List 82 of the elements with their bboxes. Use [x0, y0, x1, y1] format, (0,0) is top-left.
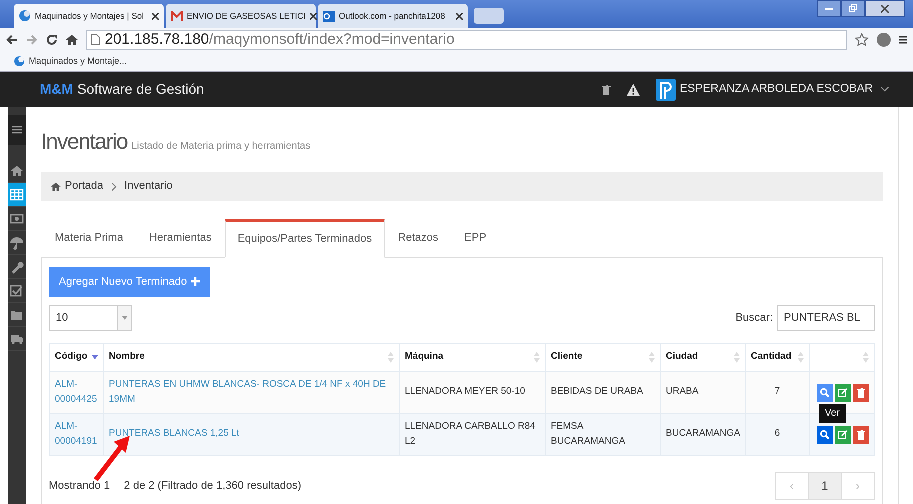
trash-icon	[857, 388, 865, 398]
column-header[interactable]: Máquina	[405, 350, 444, 365]
tab[interactable]: Retazos	[385, 219, 452, 256]
page-length-select[interactable]: 10	[49, 305, 132, 331]
home-icon[interactable]	[10, 164, 24, 178]
table-cell-text: 6	[774, 427, 782, 442]
restore-icon	[848, 4, 858, 13]
search-field[interactable]: PUNTERAS BL	[777, 305, 875, 331]
table-cell-text: FEMSA BUCARAMANGA	[551, 420, 626, 448]
tab[interactable]: EPP	[452, 219, 500, 256]
menu-toggle[interactable]	[8, 115, 26, 145]
bookmark[interactable]: Maquinados y Montaje...	[14, 54, 128, 68]
minimize-icon	[825, 7, 833, 10]
favicon-icon	[19, 10, 31, 22]
checkbox-icon[interactable]	[10, 284, 24, 298]
close-icon[interactable]	[310, 12, 318, 20]
back-icon[interactable]	[6, 34, 18, 46]
page-icon	[91, 34, 101, 46]
delete-button[interactable]	[853, 426, 869, 444]
edit-icon	[838, 430, 848, 440]
wrench-icon[interactable]	[10, 260, 24, 274]
trash-icon[interactable]	[602, 84, 611, 94]
delete-button[interactable]	[853, 384, 869, 402]
edit-button[interactable]	[835, 426, 851, 444]
edit-button[interactable]	[835, 384, 851, 402]
table-cell-text: LLENADORA CARBALLO R84 L2	[405, 420, 536, 448]
breadcrumb-item[interactable]: Portada	[65, 178, 104, 195]
mail-icon	[171, 11, 183, 21]
user-logo-icon	[656, 78, 676, 100]
browser-tab[interactable]: ENVIO DE GASEOSAS LETICI	[166, 4, 316, 28]
page-subtitle: Listado de Materia prima y herramientas	[132, 140, 311, 154]
chevron-right-icon	[112, 182, 117, 190]
column-header[interactable]: Nombre	[109, 350, 145, 365]
table-info: Mostrando 1	[49, 478, 110, 494]
tab[interactable]: Equipos/Partes Terminados	[224, 219, 386, 258]
plus-icon	[191, 277, 200, 286]
close-icon[interactable]	[456, 12, 463, 20]
sidebar-item[interactable]	[8, 183, 26, 207]
banknote-icon[interactable]	[10, 212, 24, 226]
page-title: Inventario	[41, 128, 128, 156]
column-header[interactable]: Cliente	[551, 350, 583, 365]
view-button[interactable]	[817, 384, 833, 402]
warning-icon[interactable]	[626, 84, 640, 96]
table-cell-text: LLENADORA MEYER 50-10	[405, 385, 526, 400]
close-icon[interactable]	[152, 12, 159, 20]
umbrella-icon[interactable]	[10, 236, 24, 250]
browser-tab[interactable]: Maquinados y Montajes | Sol	[14, 4, 164, 28]
home-icon[interactable]	[66, 34, 78, 46]
tab[interactable]: Materia Prima	[42, 219, 136, 256]
mail-icon	[323, 10, 335, 22]
tab[interactable]: Heramientas	[136, 219, 225, 256]
star-icon[interactable]	[855, 33, 869, 47]
table-cell-text: URABA	[666, 385, 700, 400]
favicon-icon	[14, 56, 25, 67]
chevron-down-icon[interactable]	[881, 87, 889, 92]
caret-icon	[122, 316, 128, 320]
close-button[interactable]	[865, 0, 905, 17]
sort-icon[interactable]	[92, 355, 98, 360]
home-icon	[51, 182, 61, 191]
breadcrumb-item: Inventario	[124, 179, 173, 194]
table-cell-text: 7	[774, 385, 782, 400]
table-cell-text: BUCARAMANGA	[666, 427, 740, 442]
search-label: Buscar:	[736, 310, 773, 326]
view-button[interactable]	[817, 426, 833, 444]
search-icon	[820, 430, 830, 440]
brand-title: Software de Gestión	[77, 80, 204, 99]
minimize-button[interactable]	[817, 0, 841, 17]
menu-icon[interactable]	[899, 34, 907, 46]
user-name[interactable]: ESPERANZA ARBOLEDA ESCOBAR	[680, 80, 873, 98]
edit-icon	[838, 388, 848, 398]
trash-icon	[857, 430, 865, 440]
close-icon	[881, 4, 889, 12]
brand-logo[interactable]: M&M	[40, 79, 74, 100]
table-cell-text: BEBIDAS DE URABA	[551, 385, 644, 400]
search-icon	[820, 388, 830, 398]
tooltip: Ver	[819, 404, 846, 422]
browser-tab[interactable]: Outlook.com - panchita1208	[318, 4, 468, 28]
restore-button[interactable]	[841, 0, 865, 17]
address-bar[interactable]: 201.185.78.180/maqymonsoft/index?mod=inventario	[86, 30, 847, 50]
table-info: 2 de 2 (Filtrado de 1,360 resultados)	[124, 478, 302, 494]
pagination-button[interactable]: 1	[808, 472, 842, 500]
reload-icon[interactable]	[46, 34, 58, 46]
